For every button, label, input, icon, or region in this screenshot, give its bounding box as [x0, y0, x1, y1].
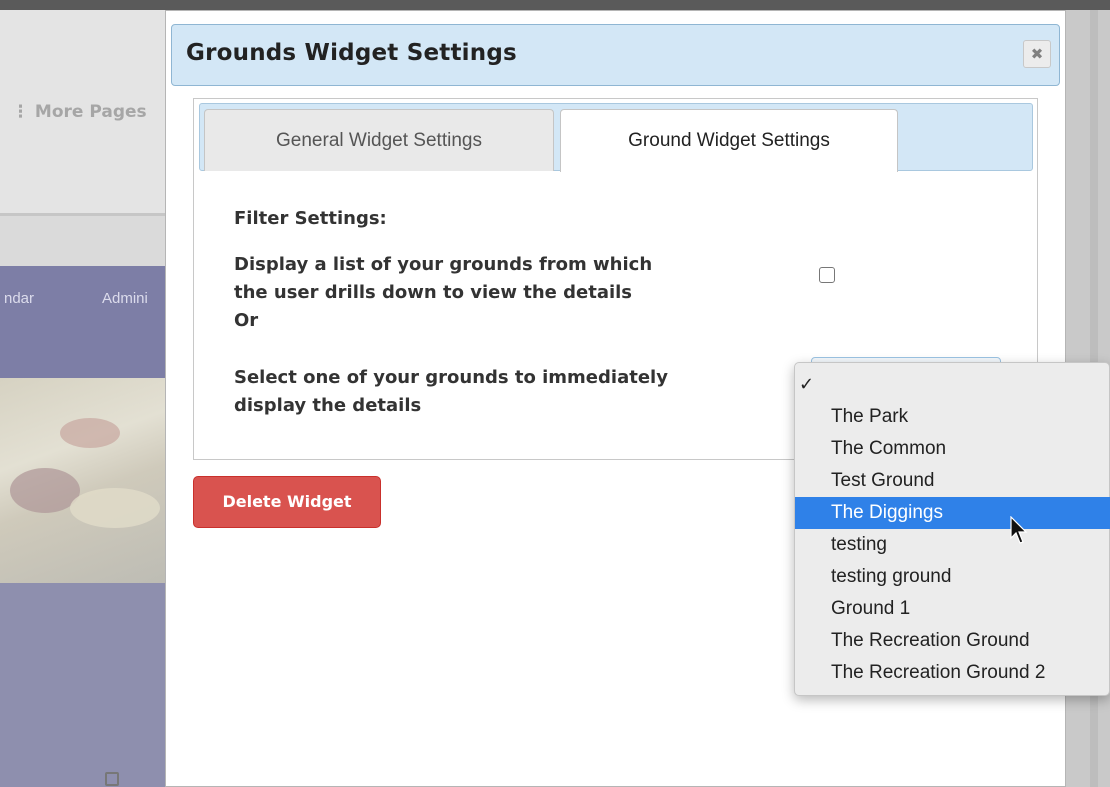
- background-nav-item-calendar: ndar: [4, 290, 35, 307]
- tab-general-widget-settings[interactable]: General Widget Settings: [204, 109, 554, 171]
- mouse-pointer-icon: [1010, 516, 1028, 544]
- background-small-box: [105, 772, 119, 786]
- ground-select-dropdown: ✓ The Park The Common Test Ground The Di…: [794, 362, 1110, 696]
- more-pages-link: ⋮ More Pages: [12, 102, 147, 122]
- select-one-label-line1: Select one of your grounds to immediatel…: [234, 367, 668, 388]
- tab-ground-widget-settings[interactable]: Ground Widget Settings: [560, 109, 898, 172]
- background-strip: [0, 216, 170, 266]
- tab-bar: General Widget Settings Ground Widget Se…: [199, 103, 1033, 172]
- dialog-title: Grounds Widget Settings: [186, 40, 517, 66]
- dialog-titlebar[interactable]: Grounds Widget Settings ✖: [171, 24, 1060, 86]
- or-label: Or: [234, 310, 259, 331]
- background-food-photo: [0, 378, 170, 583]
- display-list-label-line2: the user drills down to view the details: [234, 282, 633, 303]
- delete-widget-button[interactable]: Delete Widget: [193, 476, 381, 528]
- dropdown-option[interactable]: The Recreation Ground: [795, 625, 1110, 657]
- dropdown-option[interactable]: testing ground: [795, 561, 1110, 593]
- filter-settings-heading: Filter Settings:: [234, 208, 387, 229]
- checkmark-icon: ✓: [799, 374, 815, 395]
- background-nav-item-admin: Admini: [102, 290, 148, 307]
- close-icon[interactable]: ✖: [1023, 40, 1051, 68]
- dropdown-option[interactable]: The Recreation Ground 2: [795, 657, 1110, 689]
- display-list-label-line1: Display a list of your grounds from whic…: [234, 254, 653, 275]
- display-list-checkbox[interactable]: [819, 267, 835, 283]
- background-nav: [0, 266, 170, 378]
- background-lower-panel: [0, 583, 170, 787]
- dropdown-option[interactable]: Test Ground: [795, 465, 1110, 497]
- dropdown-option[interactable]: Ground 1: [795, 593, 1110, 625]
- dropdown-option[interactable]: The Park: [795, 401, 1110, 433]
- select-one-label-line2: display the details: [234, 395, 422, 416]
- dropdown-option[interactable]: The Common: [795, 433, 1110, 465]
- background-topbar: [0, 0, 1110, 10]
- dropdown-option[interactable]: testing: [795, 529, 1110, 561]
- dropdown-option-highlighted[interactable]: The Diggings: [795, 497, 1110, 529]
